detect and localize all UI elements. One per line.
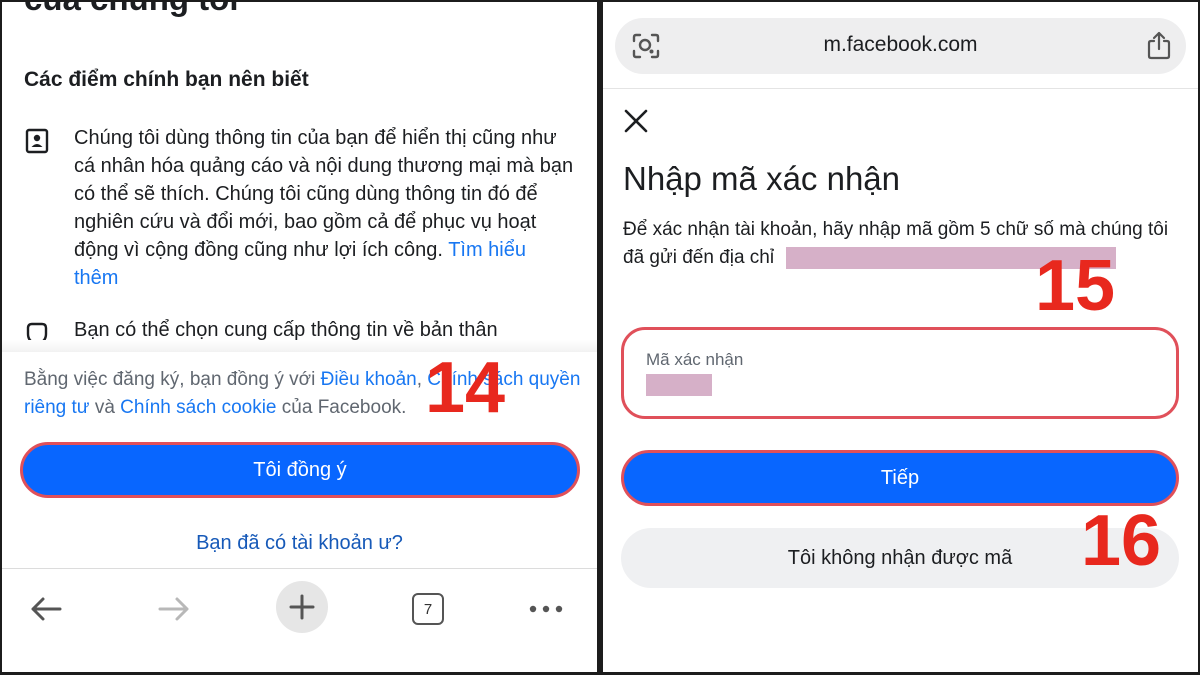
signup-terms-screen: của chúng tôi Các điểm chính bạn nên biế… [2,2,597,672]
cookie-policy-link[interactable]: Chính sách cookie [120,397,276,418]
share-icon[interactable] [1146,30,1172,60]
code-field-label: Mã xác nhận [646,350,744,369]
url-text: m.facebook.com [823,33,978,56]
next-button[interactable]: Tiếp [621,450,1179,506]
forward-button[interactable] [152,589,196,629]
back-arrow-icon [31,597,62,621]
verification-code-input[interactable]: Mã xác nhận [621,327,1179,419]
agree-button[interactable]: Tôi đồng ý [20,442,580,498]
close-icon[interactable] [623,108,649,134]
profile-icon [24,124,56,292]
more-button[interactable] [524,589,568,629]
tabs-button[interactable]: 7 [410,589,446,629]
forward-arrow-icon [158,597,189,621]
new-tab-button[interactable] [276,581,328,633]
verification-code-screen: m.facebook.com Nhập mã xác nhận Để xác n… [603,2,1198,672]
info-bullet-ads: Chúng tôi dùng thông tin của bạn để hiển… [24,124,575,292]
terms-link[interactable]: Điều khoản [321,369,417,390]
page-title: Nhập mã xác nhận [623,160,901,197]
info-bullet-text: Chúng tôi dùng thông tin của bạn để hiển… [74,127,574,289]
step-number-14: 14 [425,348,506,428]
redacted-code-value [646,374,712,396]
back-button[interactable] [24,589,68,629]
browser-toolbar: 7 [2,568,597,672]
have-account-link[interactable]: Bạn đã có tài khoản ư? [2,532,597,555]
address-bar[interactable]: m.facebook.com [615,18,1186,74]
page-heading: của chúng tôi [24,2,239,18]
tabs-icon: 7 [412,593,444,625]
step-number-16: 16 [1081,501,1162,581]
step-number-15: 15 [1035,246,1116,326]
more-icon [529,605,563,613]
plus-icon [289,594,315,620]
scroll-fade [2,340,597,352]
section-title: Các điểm chính bạn nên biết [24,68,309,91]
divider [603,88,1198,89]
